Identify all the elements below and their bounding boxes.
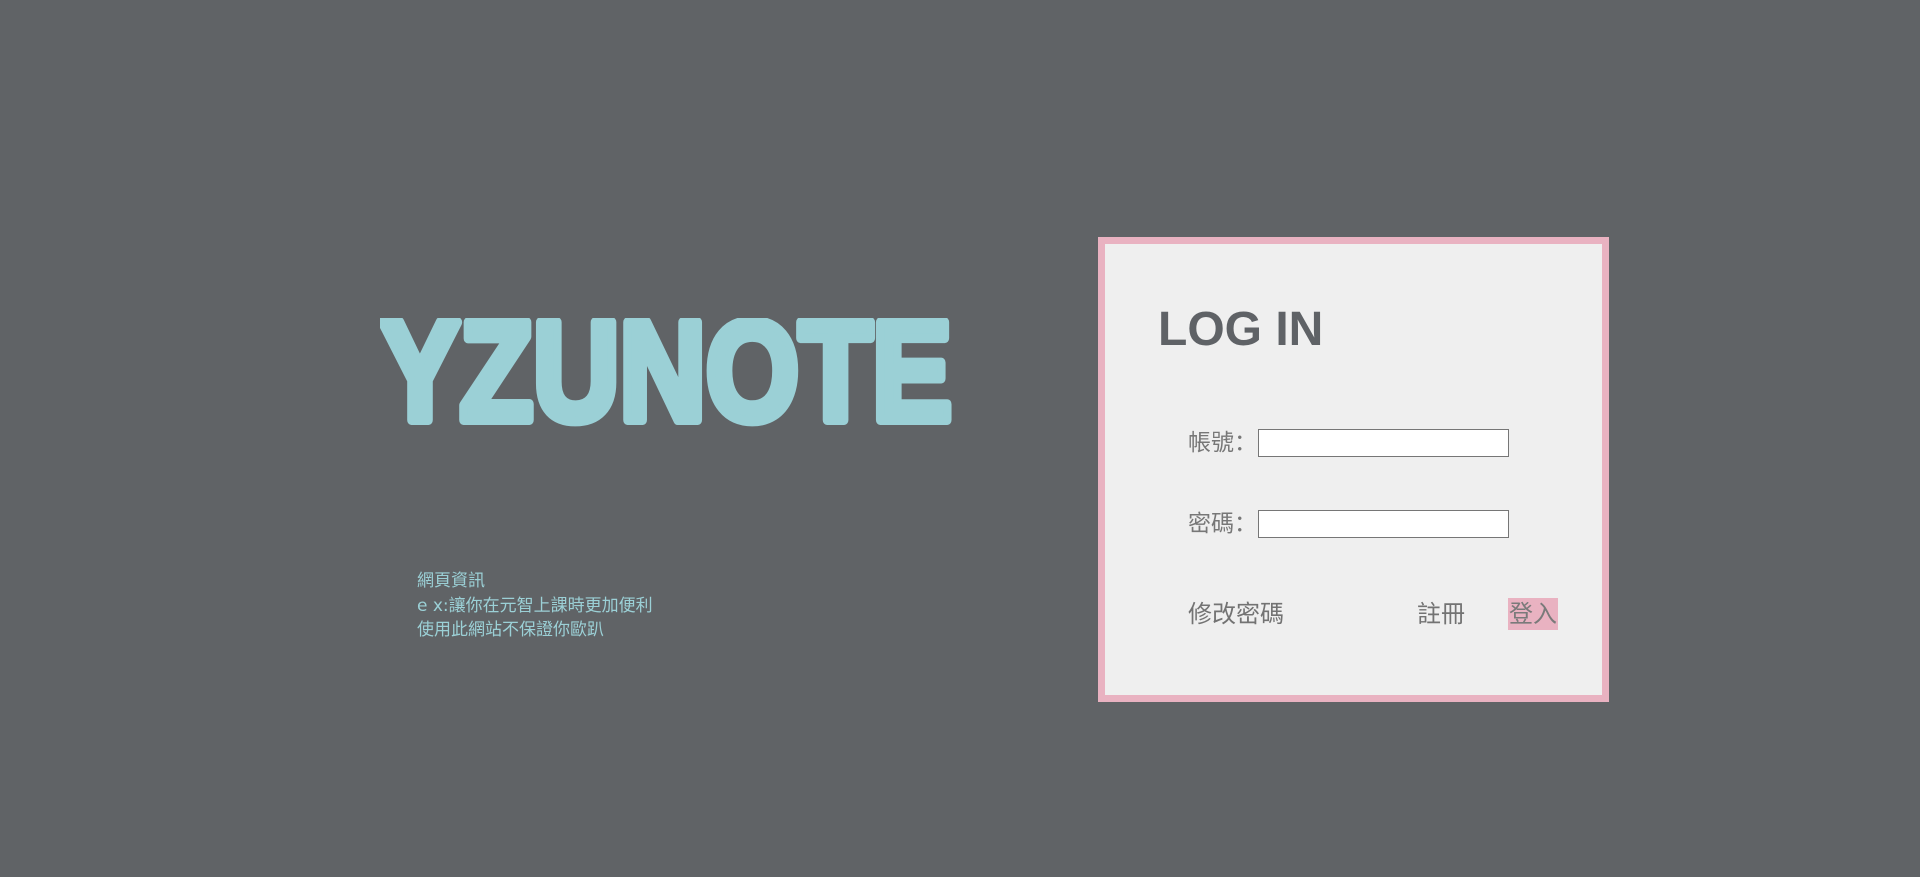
- yzunote-logo: YZUNOTE: [380, 318, 952, 446]
- change-password-link[interactable]: 修改密碼: [1188, 599, 1284, 629]
- site-info-line: 網頁資訊: [417, 571, 485, 591]
- login-title: LOG IN: [1158, 303, 1324, 356]
- password-label: 密碼：: [1188, 511, 1257, 537]
- site-info: 網頁資訊 e x:讓你在元智上課時更加便利 使用此網站不保證你歐趴: [417, 569, 653, 643]
- site-info-line: e x:讓你在元智上課時更加便利: [417, 595, 653, 616]
- login-panel: LOG IN 帳號： 密碼： 修改密碼 註冊 登入: [1098, 237, 1609, 702]
- account-input[interactable]: [1258, 429, 1509, 457]
- register-link[interactable]: 註冊: [1417, 599, 1465, 629]
- login-button[interactable]: 登入: [1508, 598, 1558, 630]
- account-label: 帳號：: [1188, 430, 1257, 456]
- site-info-line: 使用此網站不保證你歐趴: [417, 620, 604, 640]
- password-input[interactable]: [1258, 510, 1509, 538]
- logo-graphic: YZUNOTE: [380, 318, 952, 446]
- logo-text: YZUNOTE: [380, 318, 952, 446]
